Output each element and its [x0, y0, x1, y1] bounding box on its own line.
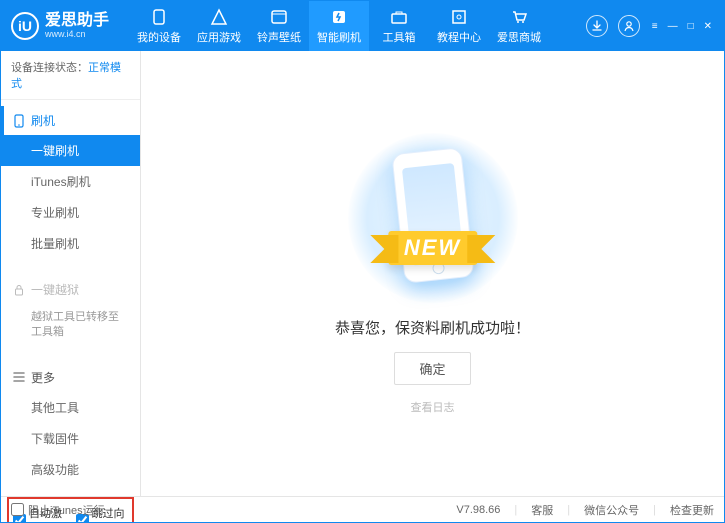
- brand-url: www.i4.cn: [45, 30, 109, 40]
- version-label: V7.98.66: [456, 504, 500, 516]
- nav-item-cart[interactable]: 爱思商城: [489, 1, 549, 51]
- sidebar-item-flash-0[interactable]: 一键刷机: [1, 135, 140, 166]
- flash-head-label: 刷机: [31, 112, 55, 129]
- new-ribbon: NEW: [388, 231, 477, 265]
- nav-label: 工具箱: [383, 29, 416, 45]
- sidebar-head-jailbreak: 一键越狱: [1, 275, 140, 304]
- conn-label: 设备连接状态：: [11, 62, 88, 74]
- nav-item-toolbox[interactable]: 工具箱: [369, 1, 429, 51]
- nav-item-book[interactable]: 教程中心: [429, 1, 489, 51]
- check-update-link[interactable]: 检查更新: [670, 502, 714, 518]
- sidebar-head-flash[interactable]: 刷机: [1, 106, 140, 135]
- brand: iU 爱思助手 www.i4.cn: [11, 12, 109, 40]
- body: 设备连接状态：正常模式 刷机 一键刷机iTunes刷机专业刷机批量刷机 一键越狱…: [1, 51, 724, 496]
- service-link[interactable]: 客服: [531, 502, 553, 518]
- media-icon: [270, 8, 288, 26]
- sidebar-item-flash-2[interactable]: 专业刷机: [1, 197, 140, 228]
- nav-label: 应用游戏: [197, 29, 241, 45]
- apps-icon: [210, 8, 228, 26]
- phone-icon: [13, 114, 25, 128]
- toolbox-icon: [390, 8, 408, 26]
- minimize-button[interactable]: —: [666, 21, 680, 32]
- jailbreak-note: 越狱工具已转移至工具箱: [1, 304, 140, 347]
- app-window: iU 爱思助手 www.i4.cn 我的设备应用游戏铃声壁纸智能刷机 工具箱 教程中…: [0, 0, 725, 523]
- sidebar-head-more[interactable]: 更多: [1, 363, 140, 392]
- sidebar: 设备连接状态：正常模式 刷机 一键刷机iTunes刷机专业刷机批量刷机 一键越狱…: [1, 51, 141, 496]
- sidebar-item-more-1[interactable]: 下载固件: [1, 423, 140, 454]
- sidebar-item-flash-1[interactable]: iTunes刷机: [1, 166, 140, 197]
- sidebar-item-more-2[interactable]: 高级功能: [1, 454, 140, 485]
- main-area: NEW 恭喜您，保资料刷机成功啦！ 确定 查看日志: [141, 51, 724, 496]
- wechat-link[interactable]: 微信公众号: [584, 502, 639, 518]
- nav-label: 教程中心: [437, 29, 481, 45]
- sidebar-item-flash-3[interactable]: 批量刷机: [1, 228, 140, 259]
- nav-item-phone[interactable]: 我的设备: [129, 1, 189, 51]
- brand-logo-icon: iU: [11, 12, 39, 40]
- list-icon: [13, 372, 25, 382]
- connection-status: 设备连接状态：正常模式: [1, 51, 140, 100]
- nav-label: 爱思商城: [497, 29, 541, 45]
- check-block-itunes[interactable]: 阻止iTunes运行: [11, 502, 105, 518]
- nav-label: 智能刷机: [317, 29, 361, 45]
- maximize-button[interactable]: □: [686, 21, 696, 32]
- nav-label: 铃声壁纸: [257, 29, 301, 45]
- success-illustration: NEW: [348, 133, 518, 303]
- view-log-link[interactable]: 查看日志: [411, 399, 455, 415]
- window-controls: ≡ — □ ✕: [650, 21, 714, 32]
- ribbon-text: NEW: [388, 231, 477, 265]
- brand-name: 爱思助手: [45, 12, 109, 30]
- group-flash: 刷机 一键刷机iTunes刷机专业刷机批量刷机: [1, 100, 140, 265]
- phone-icon: [150, 8, 168, 26]
- group-more: 更多 其他工具下载固件高级功能: [1, 357, 140, 491]
- download-icon[interactable]: [586, 15, 608, 37]
- success-message: 恭喜您，保资料刷机成功啦！: [335, 317, 530, 338]
- jailbreak-head-label: 一键越狱: [31, 281, 79, 298]
- user-icon[interactable]: [618, 15, 640, 37]
- lock-icon: [13, 284, 25, 296]
- nav-item-apps[interactable]: 应用游戏: [189, 1, 249, 51]
- flash-icon: [330, 8, 348, 26]
- title-bar: iU 爱思助手 www.i4.cn 我的设备应用游戏铃声壁纸智能刷机 工具箱 教程中…: [1, 1, 724, 51]
- ok-button[interactable]: 确定: [394, 352, 470, 385]
- book-icon: [450, 8, 468, 26]
- nav-item-media[interactable]: 铃声壁纸: [249, 1, 309, 51]
- title-right: ≡ — □ ✕: [586, 15, 714, 37]
- more-head-label: 更多: [31, 369, 55, 386]
- nav-item-flash[interactable]: 智能刷机: [309, 1, 369, 51]
- top-nav: 我的设备应用游戏铃声壁纸智能刷机 工具箱 教程中心爱思商城: [129, 1, 586, 51]
- sidebar-item-more-0[interactable]: 其他工具: [1, 392, 140, 423]
- menu-icon[interactable]: ≡: [650, 21, 660, 32]
- checkbox-block-itunes[interactable]: [11, 503, 24, 516]
- nav-label: 我的设备: [137, 29, 181, 45]
- close-button[interactable]: ✕: [702, 21, 714, 32]
- content: NEW 恭喜您，保资料刷机成功啦！ 确定 查看日志: [141, 51, 724, 496]
- cart-icon: [510, 8, 528, 26]
- footer: 阻止iTunes运行 V7.98.66 | 客服 | 微信公众号 | 检查更新: [1, 496, 724, 522]
- group-jailbreak: 一键越狱 越狱工具已转移至工具箱: [1, 269, 140, 353]
